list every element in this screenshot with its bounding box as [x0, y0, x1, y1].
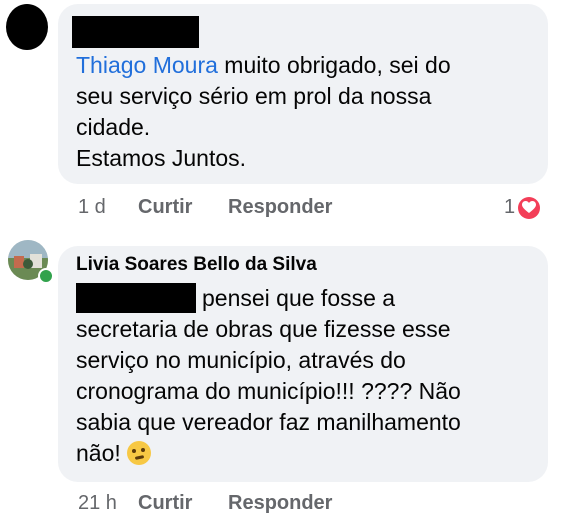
like-button[interactable]: Curtir	[138, 196, 228, 219]
comment-1-line-1: muito obrigado, sei do	[217, 52, 451, 78]
comment-2-author[interactable]: Livia Soares Bello da Silva	[76, 254, 317, 276]
comment-2-line-5: sabia que vereador faz manilhamento	[76, 409, 461, 435]
comment-2-line-6: não!	[76, 440, 128, 466]
comment-2-line-1: pensei que fosse a	[202, 285, 396, 311]
reaction-count: 1	[504, 196, 516, 218]
comment-1-actions: 1 d Curtir Responder	[78, 196, 332, 219]
avatar-redacted[interactable]	[6, 4, 48, 50]
comment-1-timestamp[interactable]: 1 d	[78, 196, 138, 219]
comment-1-text: Thiago Moura muito obrigado, sei do seu …	[76, 50, 536, 174]
comment-2-actions: 21 h Curtir Responder	[78, 492, 332, 515]
redacted-author-name	[72, 16, 199, 48]
reaction-summary[interactable]: 1	[504, 196, 541, 219]
comment-1-line-4: Estamos Juntos.	[76, 145, 247, 171]
reply-button[interactable]: Responder	[228, 196, 332, 219]
comment-1-line-3: cidade.	[76, 114, 151, 140]
comment-1-line-2: seu serviço sério em prol da nossa	[76, 83, 432, 109]
comment-2-line-4: cronograma do município!!! ???? Não	[76, 378, 461, 404]
thinking-face-icon	[127, 441, 152, 465]
heart-icon	[518, 196, 541, 219]
like-button[interactable]: Curtir	[138, 492, 228, 515]
comment-2-text: pensei que fosse a secretaria de obras q…	[76, 283, 536, 469]
mention-link[interactable]: Thiago Moura	[76, 52, 218, 78]
comment-2-line-3: serviço no município, através do	[76, 347, 406, 373]
online-status-dot	[38, 268, 54, 284]
comment-2-timestamp[interactable]: 21 h	[78, 492, 138, 515]
comment-2-line-2: secretaria de obras que fizesse esse	[76, 316, 451, 342]
reply-button[interactable]: Responder	[228, 492, 332, 515]
